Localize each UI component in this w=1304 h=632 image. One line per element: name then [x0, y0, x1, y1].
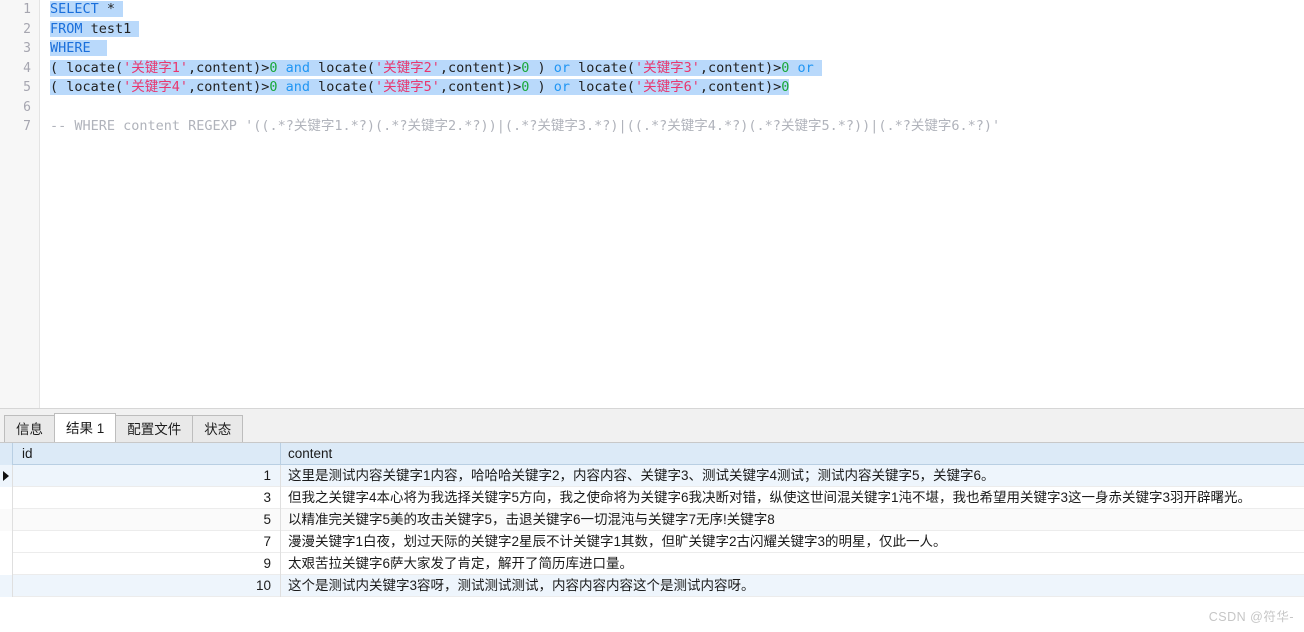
tab-4[interactable]: 状态 [192, 415, 244, 442]
code-token: ( locate( [50, 59, 124, 76]
code-token: and [285, 59, 310, 76]
cell-id[interactable]: 9 [13, 552, 281, 575]
line-number: 1 [23, 2, 31, 17]
code-token: ,content)> [699, 59, 782, 76]
line-number: 7 [23, 119, 31, 134]
line-number: 5 [23, 80, 31, 95]
code-line[interactable]: -- WHERE content REGEXP '((.*?关键字1.*?)(.… [41, 117, 1304, 137]
code-token: '关键字5' [375, 79, 440, 95]
code-line[interactable]: FROM test1 [41, 20, 1304, 40]
code-token [90, 40, 107, 56]
code-token: ,content)> [188, 79, 270, 95]
line-number: 4 [23, 60, 31, 76]
table-row[interactable]: 9 太艰苦拉关键字6萨大家发了肯定，解开了简历库进口量。 [0, 552, 1304, 575]
code-token: locate( [570, 59, 636, 76]
code-line[interactable]: ( locate('关键字1',content)>0 and locate('关… [41, 59, 1304, 79]
row-marker-cell[interactable] [0, 552, 13, 575]
row-marker-cell[interactable] [0, 574, 13, 597]
row-marker-cell[interactable] [0, 464, 13, 487]
code-token: WHERE [50, 40, 91, 56]
grid-header-marker-cell [0, 442, 13, 465]
code-token: or [553, 59, 570, 76]
cell-content[interactable]: 这里是测试内容关键字1内容，哈哈哈关键字2，内容内容、关键字3、测试关键字4测试… [281, 465, 1304, 487]
current-row-arrow-icon [3, 470, 9, 481]
code-token: ,content)> [699, 79, 782, 95]
code-token: ) [529, 79, 554, 95]
cell-content[interactable]: 以精准完关键字5美的攻击关键字5，击退关键字6一切混沌与关键字7无序!关键字8 [281, 509, 1304, 531]
row-marker-cell[interactable] [0, 530, 13, 553]
tab-1[interactable]: 信息 [4, 415, 55, 442]
table-row[interactable]: 1 这里是测试内容关键字1内容，哈哈哈关键字2，内容内容、关键字3、测试关键字4测… [0, 464, 1304, 487]
code-token: '关键字1' [123, 59, 189, 76]
cell-id[interactable]: 7 [13, 530, 281, 553]
code-line[interactable]: ( locate('关键字4',content)>0 and locate('关… [41, 78, 1304, 98]
code-token: SELECT [50, 1, 99, 17]
result-tabbar: 信息 结果 1 配置文件 状态 [0, 409, 1304, 443]
cell-content[interactable]: 太艰苦拉关键字6萨大家发了肯定，解开了简历库进口量。 [281, 553, 1304, 575]
grid-body[interactable]: 1 这里是测试内容关键字1内容，哈哈哈关键字2，内容内容、关键字3、测试关键字4测… [0, 464, 1304, 597]
tab-3[interactable]: 配置文件 [115, 415, 194, 442]
code-token: and [285, 79, 310, 95]
line-number: 2 [23, 21, 31, 37]
column-header-id[interactable]: id [13, 442, 281, 465]
sql-code-area[interactable]: SELECT * FROM test1 WHERE ( locate('关键字1… [41, 0, 1304, 408]
cell-content[interactable]: 但我之关键字4本心将为我选择关键字5方向，我之使命将为关键字6我决断对错，纵使这… [281, 487, 1304, 509]
code-token: '关键字6' [635, 79, 700, 95]
line-number: 3 [23, 41, 31, 56]
code-token: ,content)> [439, 79, 522, 95]
code-token: FROM [50, 20, 83, 37]
column-header-content[interactable]: content [281, 443, 1304, 465]
code-token: '关键字4' [123, 79, 189, 95]
code-line[interactable] [41, 98, 1304, 118]
cell-id[interactable]: 1 [13, 464, 281, 487]
code-token: ( locate( [50, 79, 124, 95]
code-token: -- WHERE content REGEXP '((.*?关键字1.*?)(.… [50, 118, 1001, 134]
code-token: locate( [570, 79, 636, 95]
code-token: '关键字3' [635, 59, 700, 76]
editor-line-number-gutter: 1 2 3 4 5 6 7 [0, 0, 40, 408]
row-marker-cell[interactable] [0, 486, 13, 509]
code-token: test1 [82, 20, 140, 37]
code-line[interactable]: WHERE [41, 39, 1304, 59]
code-token [98, 1, 107, 17]
code-token: ,content)> [439, 59, 522, 76]
code-token: or [553, 79, 570, 95]
code-token [277, 79, 286, 95]
tab-2[interactable]: 结果 1 [54, 413, 117, 442]
cell-content[interactable]: 漫漫关键字1白夜，划过天际的关键字2星辰不计关键字1其数，但旷关键字2古闪耀关键… [281, 531, 1304, 553]
csdn-watermark: CSDN @符华- [1208, 610, 1294, 624]
code-token: * [106, 1, 116, 17]
code-token [813, 59, 822, 76]
grid-header-row: id content [0, 442, 1304, 465]
code-token: ,content)> [188, 59, 270, 76]
code-token: or [797, 59, 814, 76]
cell-id[interactable]: 3 [13, 486, 281, 509]
code-token: ) [529, 59, 554, 76]
code-token: 0 [781, 79, 790, 95]
result-tabs: 信息 结果 1 配置文件 状态 [4, 413, 244, 442]
code-token: locate( [310, 59, 376, 76]
code-token: locate( [310, 79, 376, 95]
row-marker-cell[interactable] [0, 508, 13, 531]
code-token: '关键字2' [375, 59, 440, 76]
table-row[interactable]: 3 但我之关键字4本心将为我选择关键字5方向，我之使命将为关键字6我决断对错，纵使… [0, 486, 1304, 509]
sql-editor-pane[interactable]: 1 2 3 4 5 6 7 SELECT * FROM test1 WHERE ( loca… [0, 0, 1304, 409]
cell-id[interactable]: 10 [13, 574, 281, 597]
table-row[interactable]: 10 这个是测试内关键字3容呀，测试测试测试，内容内容内容这个是测试内容呀。 [0, 574, 1304, 597]
line-number: 6 [23, 99, 31, 115]
result-grid[interactable]: id content 1 这里是测试内容关键字1内容，哈哈哈关键字2，内容内容、关… [0, 442, 1304, 632]
table-row[interactable]: 7 漫漫关键字1白夜，划过天际的关键字2星辰不计关键字1其数，但旷关键字2古闪耀关… [0, 530, 1304, 553]
table-row[interactable]: 5 以精准完关键字5美的攻击关键字5，击退关键字6一切混沌与关键字7无序!关键字8 [0, 508, 1304, 531]
cell-id[interactable]: 5 [13, 508, 281, 531]
cell-content[interactable]: 这个是测试内关键字3容呀，测试测试测试，内容内容内容这个是测试内容呀。 [281, 575, 1304, 597]
code-token [277, 59, 286, 76]
code-token [115, 1, 124, 17]
code-line[interactable]: SELECT * [41, 0, 1304, 20]
